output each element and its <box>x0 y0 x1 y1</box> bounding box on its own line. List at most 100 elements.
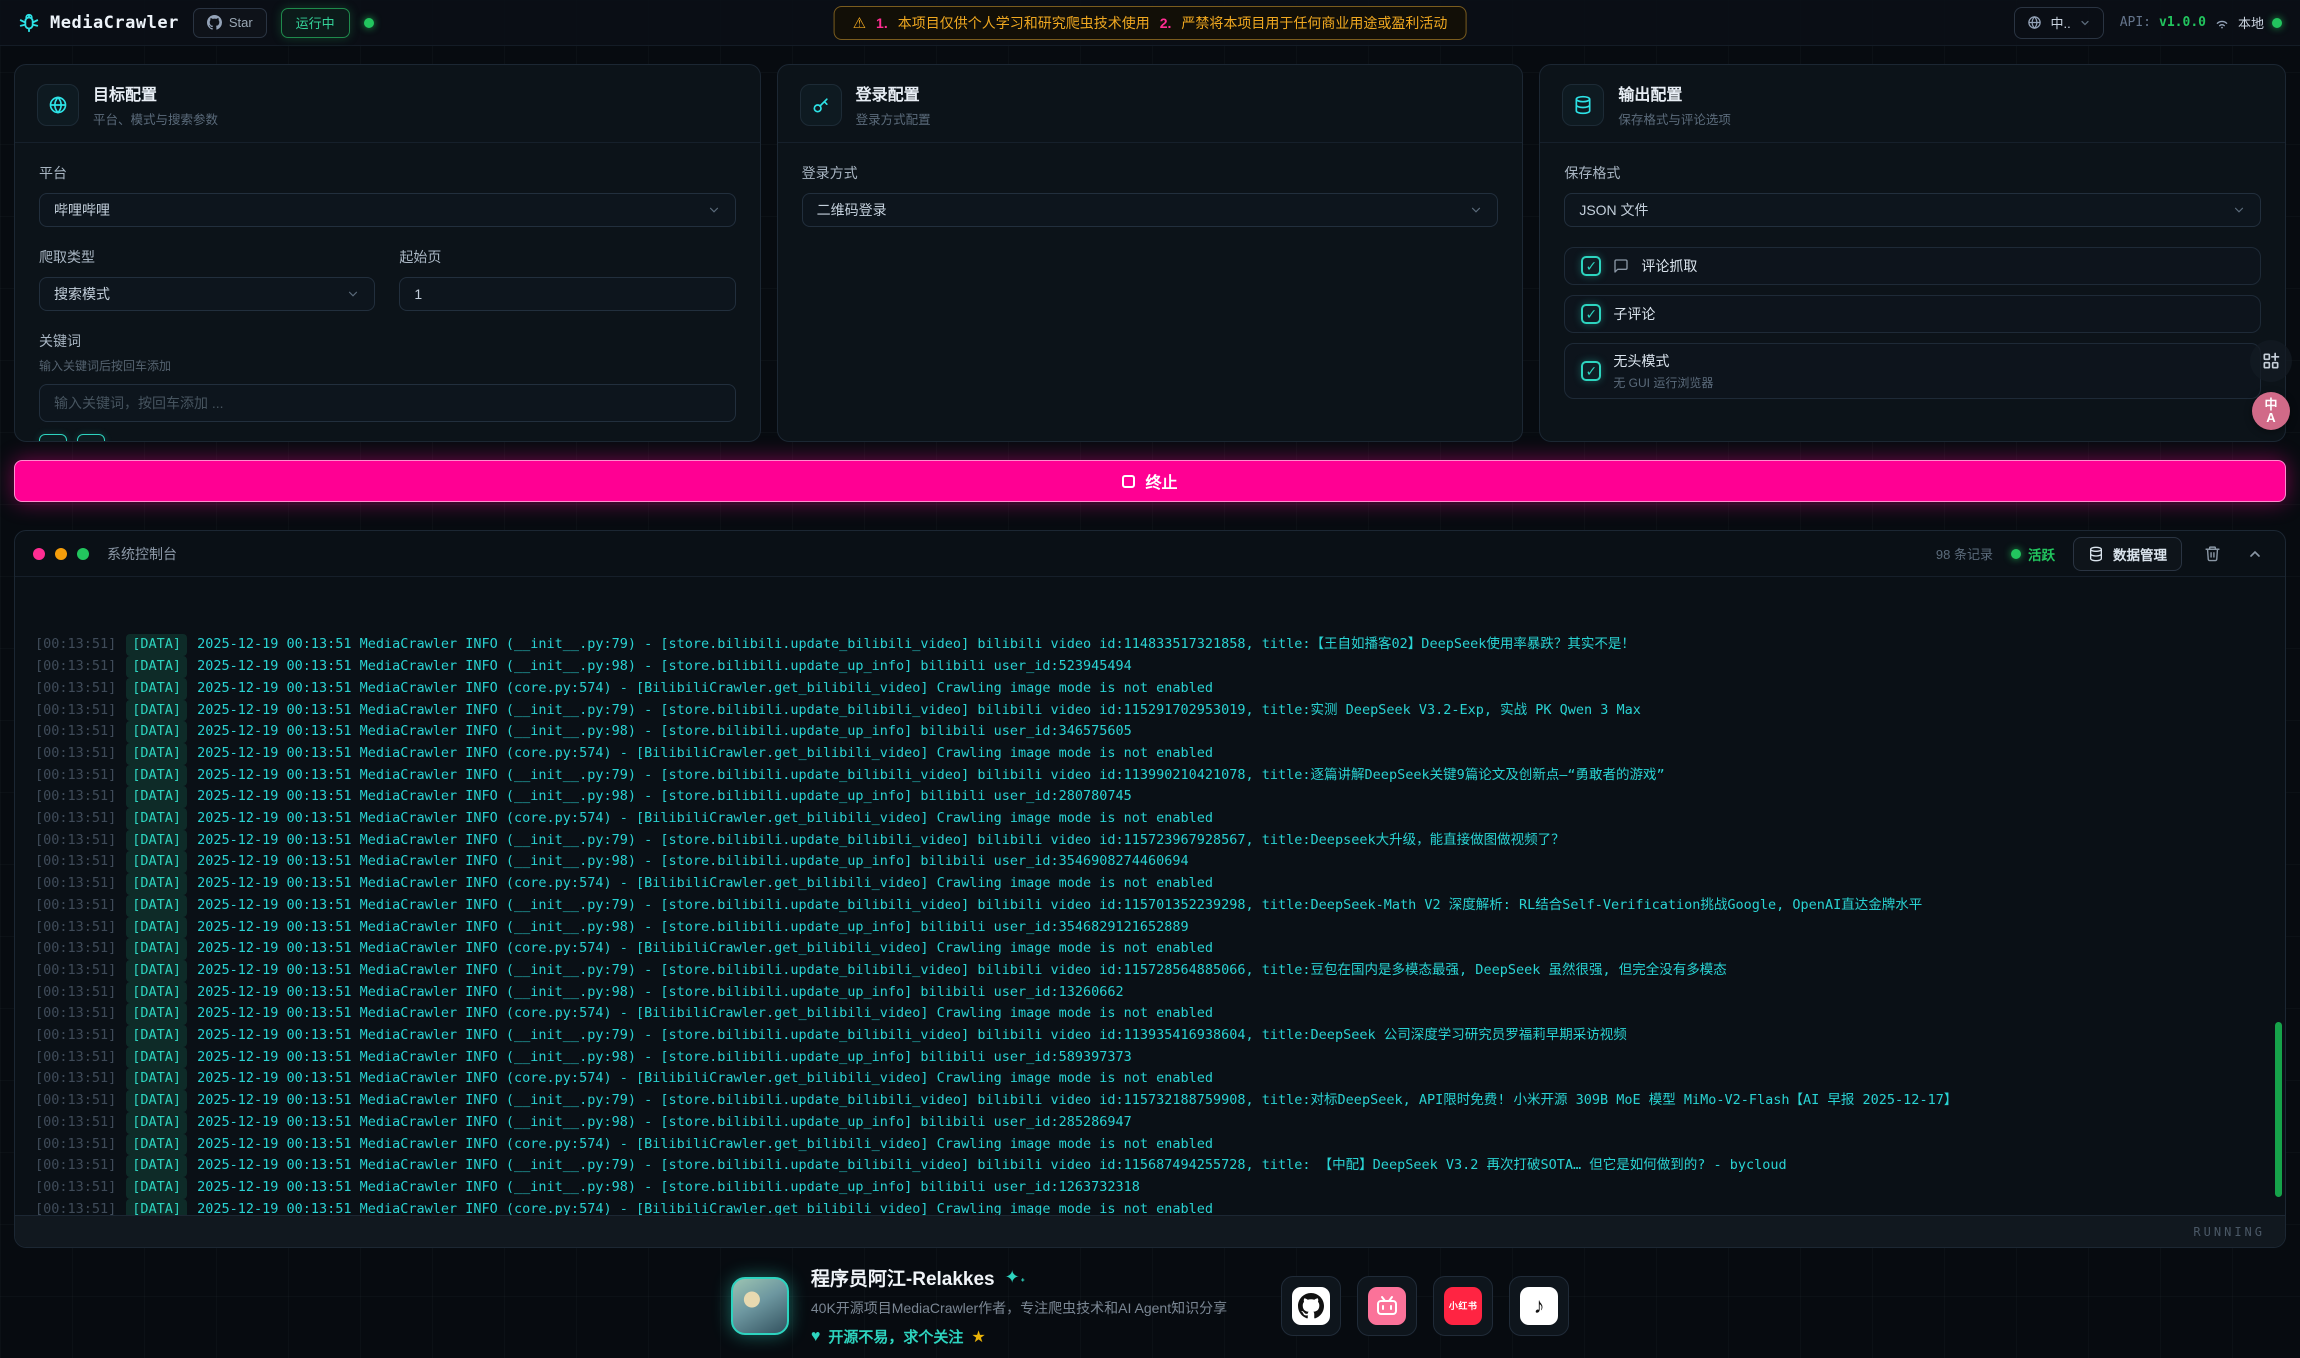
log-line: [00:13:51][DATA]2025-12-19 00:13:51 Medi… <box>35 1047 2265 1069</box>
panel-subtitle: 平台、模式与搜索参数 <box>93 109 218 128</box>
console-status-bar: RUNNING <box>15 1215 2285 1247</box>
clear-logs-button[interactable] <box>2200 541 2225 566</box>
log-timestamp: [00:13:51] <box>35 810 116 826</box>
output-option-row[interactable]: ✓ 无头模式 无 GUI 运行浏览器 <box>1564 343 2261 399</box>
target-config-header: 目标配置 平台、模式与搜索参数 <box>15 65 760 143</box>
warning-text-1: 本项目仅供个人学习和研究爬虫技术使用 <box>898 13 1150 33</box>
douyin-link[interactable]: ♪ <box>1509 1276 1569 1336</box>
start-page-input[interactable] <box>399 277 735 311</box>
footer: 程序员阿江-Relakkes ✦˖ 40K开源项目MediaCrawler作者，… <box>0 1248 2300 1347</box>
github-link[interactable] <box>1281 1276 1341 1336</box>
log-level-badge: [DATA] <box>126 1090 187 1112</box>
terminate-button[interactable]: 终止 <box>14 460 2286 502</box>
log-level-badge: [DATA] <box>126 830 187 852</box>
start-page-label: 起始页 <box>399 247 735 267</box>
log-level-badge: [DATA] <box>126 1047 187 1069</box>
log-level-badge: [DATA] <box>126 895 187 917</box>
star-icon: ★ <box>971 1327 985 1347</box>
bilibili-icon <box>1368 1287 1406 1325</box>
log-level-badge: [DATA] <box>126 656 187 678</box>
log-line: [00:13:51][DATA]2025-12-19 00:13:51 Medi… <box>35 808 2265 830</box>
log-line: [00:13:51][DATA]2025-12-19 00:13:51 Medi… <box>35 678 2265 700</box>
globe-icon <box>37 84 79 126</box>
api-online-dot <box>2272 18 2282 28</box>
log-timestamp: [00:13:51] <box>35 1136 116 1152</box>
star-button[interactable]: Star <box>193 8 267 38</box>
login-method-select[interactable]: 二维码登录 <box>802 193 1499 227</box>
log-message: 2025-12-19 00:13:51 MediaCrawler INFO (_… <box>197 702 1641 718</box>
output-option-row[interactable]: ✓ 子评论 <box>1564 295 2261 333</box>
log-message: 2025-12-19 00:13:51 MediaCrawler INFO (c… <box>197 1005 1213 1021</box>
database-icon <box>2088 546 2104 562</box>
collapse-console-button[interactable] <box>2243 542 2267 566</box>
app-logo: MediaCrawler <box>18 12 179 34</box>
log-message: 2025-12-19 00:13:51 MediaCrawler INFO (_… <box>197 1092 1957 1108</box>
log-line: [00:13:51] [DATA] 2025-12-19 00:13:51 Medi… <box>35 634 2265 656</box>
log-level-badge: [DATA] <box>126 1025 187 1047</box>
crawl-type-label: 爬取类型 <box>39 247 375 267</box>
log-level-badge: [DATA] <box>126 1112 187 1134</box>
log-timestamp: [00:13:51] <box>35 1201 116 1215</box>
data-manage-button[interactable]: 数据管理 <box>2073 537 2182 571</box>
github-icon <box>207 15 222 30</box>
log-level-badge: [DATA] <box>126 1199 187 1215</box>
log-message: 2025-12-19 00:13:51 MediaCrawler INFO (_… <box>197 984 1124 1000</box>
log-level-badge: [DATA] <box>126 1134 187 1156</box>
keyword-tag[interactable] <box>77 434 105 442</box>
translate-fab[interactable]: 中A <box>2252 392 2290 430</box>
save-format-select[interactable]: JSON 文件 <box>1564 193 2261 227</box>
checkbox-checked-icon[interactable]: ✓ <box>1581 304 1601 324</box>
log-timestamp: [00:13:51] <box>35 1005 116 1021</box>
log-message: 2025-12-19 00:13:51 MediaCrawler INFO (c… <box>197 680 1213 696</box>
data-manage-label: 数据管理 <box>2113 544 2167 564</box>
translate-icon: 中A <box>2264 398 2277 424</box>
chevron-down-icon <box>1469 203 1483 217</box>
log-timestamp: [00:13:51] <box>35 723 116 739</box>
log-message: 2025-12-19 00:13:51 MediaCrawler INFO (c… <box>197 810 1213 826</box>
log-timestamp: [00:13:51] <box>35 875 116 891</box>
log-timestamp: [00:13:51] <box>35 636 116 652</box>
login-method-label: 登录方式 <box>802 163 1499 183</box>
output-option-row[interactable]: ✓ 评论抓取 <box>1564 247 2261 285</box>
config-panels: 目标配置 平台、模式与搜索参数 平台 哔哩哔哩 爬取类型 搜索模式 <box>0 46 2300 442</box>
log-line: [00:13:51][DATA]2025-12-19 00:13:51 Medi… <box>35 1112 2265 1134</box>
log-line: [00:13:51][DATA]2025-12-19 00:13:51 Medi… <box>35 786 2265 808</box>
platform-select[interactable]: 哔哩哔哩 <box>39 193 736 227</box>
log-level-badge: [DATA] <box>126 634 187 656</box>
log-message: 2025-12-19 00:13:51 MediaCrawler INFO (_… <box>197 658 1132 674</box>
comment-icon <box>1613 258 1629 274</box>
log-message: 2025-12-19 00:13:51 MediaCrawler INFO (_… <box>197 1157 1787 1173</box>
keywords-hint: 输入关键词后按回车添加 <box>39 357 736 374</box>
console-header: 系统控制台 98 条记录 活跃 数据管理 <box>15 531 2285 577</box>
keyword-tags <box>39 434 736 442</box>
warning-text-2: 严禁将本项目用于任何商业用途或盈利活动 <box>1181 13 1447 33</box>
heart-icon: ♥ <box>811 1328 821 1346</box>
log-message: 2025-12-19 00:13:51 MediaCrawler INFO (_… <box>197 853 1189 869</box>
checkbox-checked-icon[interactable]: ✓ <box>1581 361 1601 381</box>
extension-widget-button[interactable] <box>2250 340 2292 382</box>
log-timestamp: [00:13:51] <box>35 1070 116 1086</box>
log-timestamp: [00:13:51] <box>35 1092 116 1108</box>
crawl-type-select[interactable]: 搜索模式 <box>39 277 375 311</box>
log-message: 2025-12-19 00:13:51 MediaCrawler INFO (_… <box>197 962 1727 978</box>
terminate-button-label: 终止 <box>1145 469 1177 493</box>
social-links: 小红书 ♪ <box>1281 1276 1569 1336</box>
log-timestamp: [00:13:51] <box>35 1179 116 1195</box>
log-level-badge: [DATA] <box>126 721 187 743</box>
log-message: 2025-12-19 00:13:51 MediaCrawler INFO (_… <box>197 636 1635 652</box>
active-dot <box>2011 549 2021 559</box>
console-header-right: 98 条记录 活跃 数据管理 <box>1936 537 2267 571</box>
checkbox-checked-icon[interactable]: ✓ <box>1581 256 1601 276</box>
crawl-type-value: 搜索模式 <box>54 284 110 304</box>
keyword-tag[interactable] <box>39 434 67 442</box>
log-message: 2025-12-19 00:13:51 MediaCrawler INFO (_… <box>197 788 1132 804</box>
keywords-input[interactable] <box>39 384 736 422</box>
language-selector[interactable]: 中.. <box>2014 7 2103 39</box>
xiaohongshu-link[interactable]: 小红书 <box>1433 1276 1493 1336</box>
bilibili-link[interactable] <box>1357 1276 1417 1336</box>
console-scrollbar-thumb[interactable] <box>2275 1022 2282 1197</box>
log-message: 2025-12-19 00:13:51 MediaCrawler INFO (_… <box>197 723 1132 739</box>
panel-subtitle: 保存格式与评论选项 <box>1618 109 1731 128</box>
console-log-area[interactable]: [00:13:51] [DATA] 2025-12-19 00:13:51 Medi… <box>15 577 2285 1215</box>
author-avatar <box>731 1277 789 1335</box>
